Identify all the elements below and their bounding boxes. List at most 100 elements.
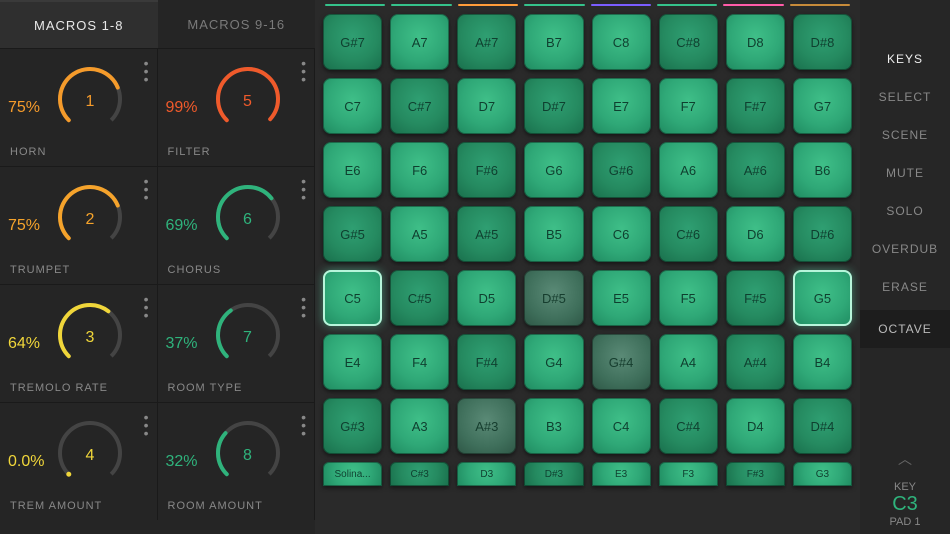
pad[interactable]: B6 (793, 142, 852, 198)
mode-scene[interactable]: SCENE (860, 116, 950, 154)
pad[interactable]: F#4 (457, 334, 516, 390)
macro-4[interactable]: •••0.0%4TREM AMOUNT (0, 402, 158, 520)
pad[interactable]: C4 (592, 398, 651, 454)
mode-mute[interactable]: MUTE (860, 154, 950, 192)
pad[interactable]: A#7 (457, 14, 516, 70)
pad[interactable]: E7 (592, 78, 651, 134)
pad[interactable]: B4 (793, 334, 852, 390)
pad[interactable]: F#6 (457, 142, 516, 198)
macro-more-icon[interactable]: ••• (144, 57, 149, 85)
octave-up-icon[interactable]: ︿ (898, 443, 912, 475)
pad[interactable]: A6 (659, 142, 718, 198)
pad[interactable]: G5 (793, 270, 852, 326)
macro-more-icon[interactable]: ••• (301, 411, 306, 439)
pad[interactable]: F#3 (726, 462, 785, 486)
mode-overdub[interactable]: OVERDUB (860, 230, 950, 268)
pad[interactable]: A4 (659, 334, 718, 390)
pad[interactable]: D#6 (793, 206, 852, 262)
track-color[interactable] (325, 4, 385, 6)
tab-macros-1-8[interactable]: MACROS 1-8 (0, 0, 158, 48)
pad[interactable]: E6 (323, 142, 382, 198)
pad[interactable]: C#4 (659, 398, 718, 454)
pad[interactable]: D5 (457, 270, 516, 326)
track-color[interactable] (524, 4, 584, 6)
pad[interactable]: G3 (793, 462, 852, 486)
macro-more-icon[interactable]: ••• (144, 175, 149, 203)
pad[interactable]: E3 (592, 462, 651, 486)
pad[interactable]: G4 (524, 334, 583, 390)
macro-6[interactable]: •••69%6CHORUS (158, 166, 316, 284)
mode-octave[interactable]: OCTAVE (860, 310, 950, 348)
pad[interactable]: A#3 (457, 398, 516, 454)
macro-dial[interactable]: 8 (208, 413, 288, 493)
macro-dial[interactable]: 7 (208, 295, 288, 375)
mode-erase[interactable]: ERASE (860, 268, 950, 306)
pad[interactable]: G#4 (592, 334, 651, 390)
pad[interactable]: A#6 (726, 142, 785, 198)
pad[interactable]: C#7 (390, 78, 449, 134)
pad[interactable]: C#5 (390, 270, 449, 326)
pad[interactable]: A#4 (726, 334, 785, 390)
pad[interactable]: Solina... (323, 462, 382, 486)
pad[interactable]: B3 (524, 398, 583, 454)
pad[interactable]: E4 (323, 334, 382, 390)
pad[interactable]: G#3 (323, 398, 382, 454)
pad[interactable]: G6 (524, 142, 583, 198)
pad[interactable]: B7 (524, 14, 583, 70)
pad[interactable]: C#8 (659, 14, 718, 70)
macro-dial[interactable]: 5 (208, 59, 288, 139)
pad[interactable]: F7 (659, 78, 718, 134)
macro-dial[interactable]: 1 (50, 59, 130, 139)
pad[interactable]: F3 (659, 462, 718, 486)
macro-7[interactable]: •••37%7ROOM TYPE (158, 284, 316, 402)
pad[interactable]: C#6 (659, 206, 718, 262)
pad[interactable]: F#5 (726, 270, 785, 326)
pad[interactable]: B5 (524, 206, 583, 262)
pad[interactable]: A5 (390, 206, 449, 262)
pad[interactable]: A7 (390, 14, 449, 70)
track-color[interactable] (790, 4, 850, 6)
macro-more-icon[interactable]: ••• (301, 175, 306, 203)
pad[interactable]: C7 (323, 78, 382, 134)
pad[interactable]: C5 (323, 270, 382, 326)
pad[interactable]: D6 (726, 206, 785, 262)
pad[interactable]: G#7 (323, 14, 382, 70)
pad[interactable]: D#4 (793, 398, 852, 454)
mode-keys[interactable]: KEYS (860, 40, 950, 78)
pad[interactable]: F5 (659, 270, 718, 326)
pad[interactable]: G#5 (323, 206, 382, 262)
track-color[interactable] (458, 4, 518, 6)
macro-1[interactable]: •••75%1HORN (0, 48, 158, 166)
pad[interactable]: D#7 (524, 78, 583, 134)
macro-dial[interactable]: 4 (50, 413, 130, 493)
pad[interactable]: D#8 (793, 14, 852, 70)
track-color[interactable] (391, 4, 451, 6)
pad[interactable]: F#7 (726, 78, 785, 134)
pad[interactable]: G#6 (592, 142, 651, 198)
macro-more-icon[interactable]: ••• (301, 57, 306, 85)
pad[interactable]: G7 (793, 78, 852, 134)
pad[interactable]: D7 (457, 78, 516, 134)
pad[interactable]: F6 (390, 142, 449, 198)
pad[interactable]: D#3 (524, 462, 583, 486)
pad[interactable]: F4 (390, 334, 449, 390)
pad[interactable]: D#5 (524, 270, 583, 326)
pad[interactable]: A#5 (457, 206, 516, 262)
pad[interactable]: C#3 (390, 462, 449, 486)
track-color[interactable] (657, 4, 717, 6)
track-color[interactable] (723, 4, 783, 6)
pad[interactable]: D8 (726, 14, 785, 70)
pad[interactable]: C6 (592, 206, 651, 262)
macro-more-icon[interactable]: ••• (144, 411, 149, 439)
macro-more-icon[interactable]: ••• (144, 293, 149, 321)
pad[interactable]: D4 (726, 398, 785, 454)
track-color[interactable] (591, 4, 651, 6)
mode-solo[interactable]: SOLO (860, 192, 950, 230)
mode-select[interactable]: SELECT (860, 78, 950, 116)
pad[interactable]: D3 (457, 462, 516, 486)
macro-3[interactable]: •••64%3TREMOLO RATE (0, 284, 158, 402)
pad[interactable]: C8 (592, 14, 651, 70)
macro-8[interactable]: •••32%8ROOM AMOUNT (158, 402, 316, 520)
pad[interactable]: E5 (592, 270, 651, 326)
macro-more-icon[interactable]: ••• (301, 293, 306, 321)
